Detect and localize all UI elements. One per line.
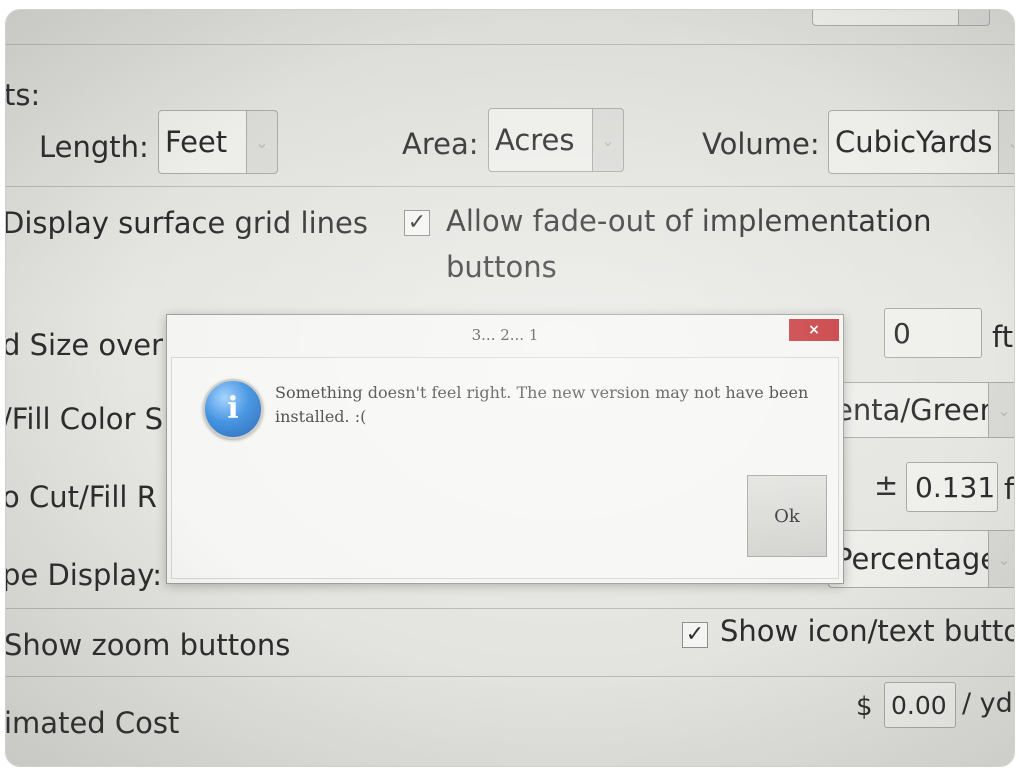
size-over-unit: ft	[992, 320, 1014, 354]
fill-color-label: /Fill Color S	[6, 402, 164, 436]
divider	[6, 676, 1014, 677]
size-over-label: d Size over	[6, 328, 164, 362]
icon-text-label: Show icon/text buttor	[720, 614, 1014, 648]
cost-input[interactable]: 0.00	[884, 682, 956, 728]
slope-display-value: Percentage	[835, 542, 999, 576]
area-select[interactable]: Acres ⌄	[488, 108, 624, 172]
cutfill-label: o Cut/Fill R	[6, 480, 157, 514]
fade-out-checkbox[interactable]: ✓	[404, 210, 430, 236]
ok-button[interactable]: Ok	[747, 475, 827, 557]
size-over-input[interactable]: 0	[884, 308, 982, 358]
close-button[interactable]: ×	[789, 319, 839, 341]
surface-grid-label[interactable]: Display surface grid lines	[6, 206, 368, 240]
message-dialog: 3... 2... 1 × i Something doesn't feel r…	[166, 314, 844, 584]
settings-screen: ts: Length: Feet ⌄ Area: Acres ⌄ Volume:…	[6, 10, 1014, 766]
cutfill-input[interactable]: 0.131	[906, 462, 998, 512]
fill-color-value: enta/Green	[835, 393, 998, 427]
fill-color-select[interactable]: enta/Green ⌄	[828, 382, 1014, 438]
fade-out-label-line1: Allow fade-out of implementation	[446, 204, 932, 238]
chevron-down-icon: ⌄	[988, 530, 1014, 588]
length-label: Length:	[39, 130, 149, 164]
slope-display-label: pe Display:	[6, 558, 163, 592]
divider	[6, 186, 1014, 187]
length-value: Feet	[165, 125, 228, 159]
dialog-message: Something doesn't feel right. The new ve…	[275, 383, 809, 426]
dialog-title: 3... 2... 1	[471, 326, 539, 344]
estimated-cost-label: imated Cost	[6, 706, 180, 740]
cost-dollar: $	[856, 692, 873, 722]
fade-out-label-line2: buttons	[446, 250, 557, 284]
cutfill-plusminus: ±	[874, 468, 899, 502]
chevron-down-icon	[958, 10, 990, 26]
length-select[interactable]: Feet ⌄	[158, 110, 278, 174]
units-section-label: ts:	[6, 78, 41, 112]
slope-display-select[interactable]: Percentage ⌄	[828, 530, 1014, 588]
volume-select[interactable]: CubicYards ⌄	[828, 110, 1014, 174]
area-value: Acres	[495, 123, 575, 157]
divider	[6, 608, 1014, 609]
divider	[6, 44, 1014, 45]
top-partial-combo[interactable]	[812, 10, 990, 26]
chevron-down-icon: ⌄	[246, 110, 278, 174]
info-icon: i	[203, 379, 263, 439]
chevron-down-icon: ⌄	[998, 110, 1014, 174]
volume-label: Volume:	[702, 127, 820, 161]
cutfill-unit: f	[1004, 472, 1014, 506]
cost-unit: / yd	[962, 688, 1013, 719]
chevron-down-icon: ⌄	[592, 108, 624, 172]
volume-value: CubicYards	[835, 125, 993, 159]
area-label: Area:	[402, 127, 479, 161]
zoom-buttons-label[interactable]: Show zoom buttons	[6, 628, 290, 662]
chevron-down-icon: ⌄	[988, 382, 1014, 438]
icon-text-checkbox[interactable]: ✓	[682, 622, 708, 648]
